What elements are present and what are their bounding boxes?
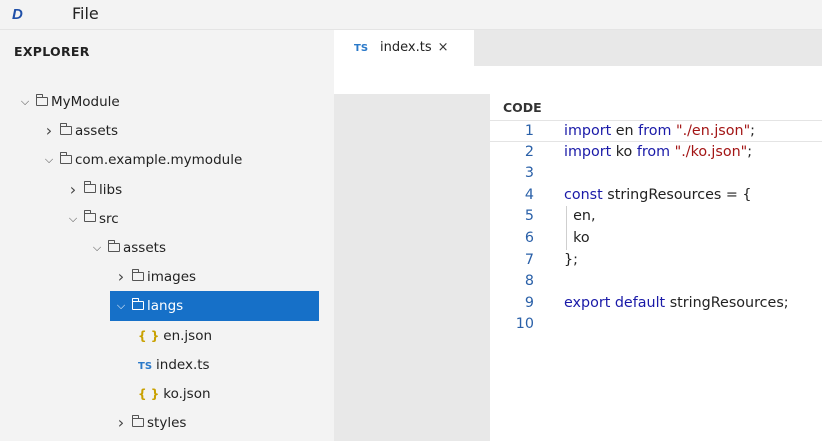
tree-item-mymodule[interactable]: ⌵ MyModule: [18, 87, 120, 117]
code-text: en,: [564, 208, 596, 225]
tree-item-assets[interactable]: › assets: [42, 116, 118, 146]
tree-item-src[interactable]: ⌵ src: [66, 204, 119, 234]
tree-item-assets[interactable]: ⌵ assets: [90, 233, 166, 263]
tree-item-label: assets: [123, 240, 166, 256]
code-line[interactable]: 7};: [490, 250, 822, 272]
code-panel-title: CODE: [503, 100, 542, 115]
ts-file-icon: TS: [354, 43, 369, 54]
code-line[interactable]: 3: [490, 163, 822, 185]
code-line[interactable]: 2 import ko from "./ko.json";: [490, 142, 822, 164]
tree-item-label: ko.json: [163, 386, 211, 402]
json-file-icon: { }: [138, 387, 160, 401]
tree-item-langs[interactable]: ⌵ langs: [110, 291, 319, 322]
chevron-down-icon[interactable]: ⌵: [114, 291, 128, 321]
chevron-right-icon[interactable]: ›: [114, 408, 128, 438]
folder-icon: [132, 268, 144, 281]
line-number: 5: [524, 208, 534, 225]
folder-icon: [60, 151, 72, 164]
tree-item-label: langs: [147, 298, 184, 315]
tree-item-label: MyModule: [51, 94, 120, 110]
tree-item-index-ts[interactable]: TS index.ts: [138, 350, 210, 380]
json-file-icon: { }: [138, 328, 160, 343]
chevron-down-icon[interactable]: ⌵: [66, 204, 80, 234]
tree-item-ko-json[interactable]: { } ko.json: [138, 379, 211, 409]
folder-icon: [84, 210, 96, 223]
chevron-down-icon[interactable]: ⌵: [90, 233, 104, 263]
tab-bar: TS index.ts ×: [334, 30, 822, 66]
folder-icon: [132, 297, 144, 310]
code-line[interactable]: 8: [490, 271, 822, 293]
menubar: D File: [0, 0, 822, 30]
editor-area: TS index.ts × CODE 1 import en from "./en.j…: [334, 30, 822, 441]
explorer-title: EXPLORER: [14, 44, 90, 59]
chevron-down-icon[interactable]: ⌵: [18, 87, 32, 117]
folder-icon: [60, 122, 72, 135]
code-line[interactable]: 1 import en from "./en.json";: [490, 120, 822, 142]
code-line[interactable]: 5 en,: [490, 206, 822, 228]
code-panel[interactable]: CODE 1 import en from "./en.json"; 2 import…: [490, 94, 822, 441]
line-number: 9: [524, 294, 534, 311]
menu-file[interactable]: File: [72, 4, 99, 24]
tab-label: index.ts: [380, 40, 432, 55]
chevron-right-icon[interactable]: ›: [42, 116, 56, 146]
code-text: import en from "./en.json";: [564, 123, 755, 139]
tree-item-libs[interactable]: › libs: [66, 175, 122, 205]
line-number: 1: [524, 123, 534, 139]
chevron-down-icon[interactable]: ⌵: [42, 145, 56, 175]
indent-guide: [566, 206, 567, 250]
tab-index-ts[interactable]: TS index.ts ×: [334, 30, 474, 66]
code-text: export default stringResources;: [564, 294, 789, 311]
explorer-sidebar: EXPLORER ⌵ MyModule › assets ⌵ com.example.my…: [0, 30, 334, 441]
line-number: 10: [515, 316, 534, 333]
tree-item-label: com.example.mymodule: [75, 152, 243, 169]
tree-item-label: en.json: [163, 327, 213, 344]
tree-item-label: src: [99, 210, 119, 227]
tree-item-styles[interactable]: › styles: [114, 408, 187, 438]
logo-icon: D: [12, 6, 23, 23]
folder-icon: [36, 93, 48, 106]
code-text: };: [564, 251, 578, 268]
tree-item-label: index.ts: [156, 356, 210, 373]
folder-icon: [132, 414, 144, 427]
chevron-right-icon[interactable]: ›: [114, 262, 128, 292]
editor-margin: [334, 94, 490, 441]
code-text: import ko from "./ko.json";: [564, 143, 753, 160]
tree-item-label: styles: [147, 415, 187, 432]
line-number: 4: [524, 186, 534, 203]
code-line[interactable]: 6 ko: [490, 228, 822, 250]
tree-item-label: libs: [99, 181, 123, 198]
line-number: 6: [524, 230, 534, 246]
code-line[interactable]: 10: [490, 314, 822, 336]
tree-item-com-example-mymodule[interactable]: ⌵ com.example.mymodule: [42, 145, 242, 175]
close-icon[interactable]: ×: [438, 40, 449, 55]
code-text: const stringResources = {: [564, 186, 752, 203]
line-number: 8: [524, 273, 534, 290]
code-line[interactable]: 4 const stringResources = {: [490, 185, 822, 207]
line-number: 3: [524, 165, 534, 182]
ts-file-icon: TS: [138, 360, 153, 372]
line-number: 2: [524, 143, 534, 160]
line-number: 7: [524, 251, 534, 268]
tree-item-label: assets: [75, 123, 118, 140]
code-text: ko: [564, 230, 590, 246]
tree-item-label: images: [147, 269, 197, 286]
tree-item-en-json[interactable]: { } en.json: [138, 321, 212, 351]
editor-toolbar: [334, 66, 822, 94]
code-line[interactable]: 9 export default stringResources;: [490, 293, 822, 315]
chevron-right-icon[interactable]: ›: [66, 175, 80, 205]
folder-icon: [108, 239, 120, 252]
tree-item-images[interactable]: › images: [114, 262, 196, 292]
folder-icon: [84, 181, 96, 194]
